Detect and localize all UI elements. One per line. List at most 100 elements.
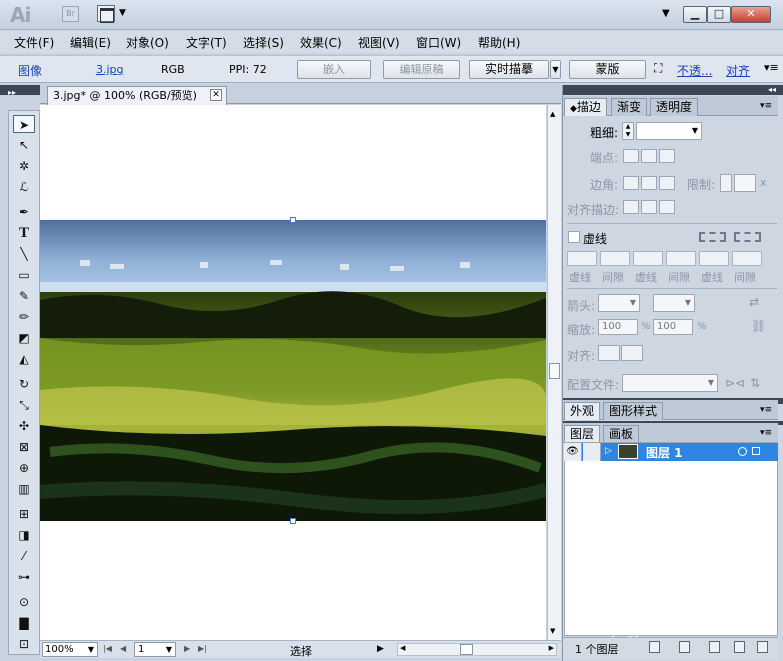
menu-view[interactable]: 视图(V) bbox=[358, 34, 400, 51]
place-arrow-icon[interactable] bbox=[621, 345, 643, 361]
selection-tool-icon[interactable]: ➤ bbox=[13, 115, 35, 133]
make-clipping-mask-icon[interactable] bbox=[679, 641, 690, 653]
lock-toggle[interactable] bbox=[583, 443, 601, 461]
gradient-tool-icon[interactable]: ◨ bbox=[13, 526, 35, 544]
panel-menu-icon[interactable]: ▾≡ bbox=[760, 405, 772, 415]
round-cap-icon[interactable] bbox=[641, 149, 657, 163]
symbol-sprayer-tool-icon[interactable]: ⊙ bbox=[13, 593, 35, 611]
opacity-link[interactable]: 不透... bbox=[677, 62, 712, 79]
control-bar-menu-icon[interactable]: ▾≡ bbox=[764, 61, 779, 74]
gap-2-field[interactable] bbox=[666, 251, 696, 266]
selection-indicator-icon[interactable] bbox=[752, 447, 760, 455]
eye-icon[interactable]: 👁 bbox=[564, 443, 582, 461]
zoom-select[interactable]: 100% ▼ bbox=[42, 642, 98, 657]
tab-gradient[interactable]: 渐变 bbox=[611, 98, 648, 116]
status-menu-icon[interactable]: ▶ bbox=[377, 644, 384, 654]
rectangle-tool-icon[interactable]: ▭ bbox=[13, 266, 35, 284]
rotate-tool-icon[interactable]: ↻ bbox=[13, 375, 35, 393]
dash-2-field[interactable] bbox=[633, 251, 663, 266]
scroll-up-icon[interactable]: ▲ bbox=[550, 110, 555, 118]
blend-tool-icon[interactable]: ⊶ bbox=[13, 568, 35, 586]
dock-grip[interactable] bbox=[563, 85, 783, 95]
align-center-icon[interactable] bbox=[623, 200, 639, 214]
panel-menu-icon[interactable]: ▾≡ bbox=[760, 428, 772, 438]
filename-link[interactable]: 3.jpg bbox=[96, 63, 124, 76]
scroll-left-icon[interactable]: ◀ bbox=[400, 644, 405, 652]
new-sublayer-icon[interactable] bbox=[709, 641, 720, 653]
transform-icon[interactable]: ⛶ bbox=[654, 61, 662, 76]
limit-field[interactable] bbox=[734, 174, 756, 192]
free-transform-tool-icon[interactable]: ⊠ bbox=[13, 438, 35, 456]
maximize-button[interactable]: □ bbox=[707, 6, 731, 23]
scroll-down-icon[interactable]: ▼ bbox=[550, 627, 555, 635]
pen-tool-icon[interactable]: ✒ bbox=[13, 203, 35, 221]
trash-icon[interactable] bbox=[757, 641, 768, 653]
direct-selection-tool-icon[interactable]: ↖ bbox=[13, 136, 35, 154]
align-inside-icon[interactable] bbox=[641, 200, 657, 214]
menu-edit[interactable]: 编辑(E) bbox=[70, 34, 111, 51]
menu-file[interactable]: 文件(F) bbox=[14, 34, 54, 51]
embed-button[interactable]: 嵌入 bbox=[297, 60, 371, 79]
gap-3-field[interactable] bbox=[732, 251, 762, 266]
workspace-dropdown-icon[interactable]: ▼ bbox=[662, 8, 670, 19]
eraser-tool-icon[interactable]: ◭ bbox=[13, 350, 35, 368]
graph-tool-icon[interactable]: ▥ bbox=[13, 480, 35, 498]
line-tool-icon[interactable]: ╲ bbox=[13, 245, 35, 263]
next-artboard-icon[interactable]: ▶ bbox=[184, 644, 190, 653]
horizontal-scrollbar[interactable]: ◀ ▶ bbox=[397, 643, 557, 656]
shape-builder-tool-icon[interactable]: ⊕ bbox=[13, 459, 35, 477]
locate-object-icon[interactable] bbox=[649, 641, 660, 653]
swap-arrowheads-icon[interactable]: ⇄ bbox=[749, 295, 759, 309]
column-graph-tool-icon[interactable]: ▇ bbox=[13, 614, 35, 632]
type-tool-icon[interactable]: T bbox=[13, 224, 35, 242]
artboard-tool-icon[interactable]: ⊡ bbox=[13, 635, 35, 653]
artboard-number-select[interactable]: 1 ▼ bbox=[134, 642, 176, 657]
gap-1-field[interactable] bbox=[600, 251, 630, 266]
start-scale-field[interactable]: 100 bbox=[598, 319, 638, 335]
extend-arrow-icon[interactable] bbox=[598, 345, 620, 361]
menu-type[interactable]: 文字(T) bbox=[186, 34, 227, 51]
close-button[interactable]: ✕ bbox=[731, 6, 771, 23]
weight-stepper[interactable]: ▲ ▼ bbox=[622, 122, 634, 140]
menu-effect[interactable]: 效果(C) bbox=[300, 34, 342, 51]
panel-menu-icon[interactable]: ▾≡ bbox=[760, 101, 772, 111]
bevel-join-icon[interactable] bbox=[659, 176, 675, 190]
bridge-button[interactable]: Br bbox=[62, 6, 79, 22]
preserve-dashes-icon[interactable] bbox=[699, 232, 726, 242]
target-icon[interactable] bbox=[738, 447, 747, 456]
align-link[interactable]: 对齐 bbox=[726, 62, 750, 79]
align-outside-icon[interactable] bbox=[659, 200, 675, 214]
chevron-down-icon[interactable]: ▼ bbox=[119, 8, 126, 18]
link-scale-icon[interactable]: ⛓ bbox=[751, 319, 766, 333]
weight-select[interactable]: ▼ bbox=[636, 122, 702, 140]
lasso-tool-icon[interactable]: ℒ bbox=[13, 178, 35, 196]
arrange-documents-icon[interactable] bbox=[97, 5, 115, 23]
resize-handle-bottom[interactable] bbox=[290, 518, 296, 524]
first-artboard-icon[interactable]: |◀ bbox=[103, 644, 112, 653]
menu-select[interactable]: 选择(S) bbox=[243, 34, 284, 51]
layer-name[interactable]: 图层 1 bbox=[646, 444, 683, 461]
tab-layers[interactable]: 图层 bbox=[564, 425, 601, 443]
dash-1-field[interactable] bbox=[567, 251, 597, 266]
round-join-icon[interactable] bbox=[641, 176, 657, 190]
last-artboard-icon[interactable]: ▶| bbox=[198, 644, 207, 653]
profile-select[interactable]: ▼ bbox=[622, 374, 718, 392]
tab-artboards[interactable]: 画板 bbox=[603, 425, 640, 443]
projecting-cap-icon[interactable] bbox=[659, 149, 675, 163]
scale-tool-icon[interactable]: ⤡ bbox=[13, 396, 35, 414]
vertical-scroll-thumb[interactable] bbox=[549, 363, 560, 379]
resize-handle-top[interactable] bbox=[290, 217, 296, 223]
end-arrowhead-select[interactable]: ▼ bbox=[653, 294, 695, 312]
menu-window[interactable]: 窗口(W) bbox=[416, 34, 461, 51]
butt-cap-icon[interactable] bbox=[623, 149, 639, 163]
status-tool-label[interactable]: 选择 bbox=[290, 643, 312, 659]
limit-stepper[interactable] bbox=[720, 174, 732, 192]
start-arrowhead-select[interactable]: ▼ bbox=[598, 294, 640, 312]
blob-brush-tool-icon[interactable]: ◩ bbox=[13, 329, 35, 347]
horizontal-scroll-thumb[interactable] bbox=[460, 644, 473, 655]
placed-image[interactable] bbox=[40, 220, 546, 521]
paintbrush-tool-icon[interactable]: ✎ bbox=[13, 287, 35, 305]
eyedropper-tool-icon[interactable]: ⁄ bbox=[13, 547, 35, 565]
prev-artboard-icon[interactable]: ◀ bbox=[120, 644, 126, 653]
end-scale-field[interactable]: 100 bbox=[653, 319, 693, 335]
